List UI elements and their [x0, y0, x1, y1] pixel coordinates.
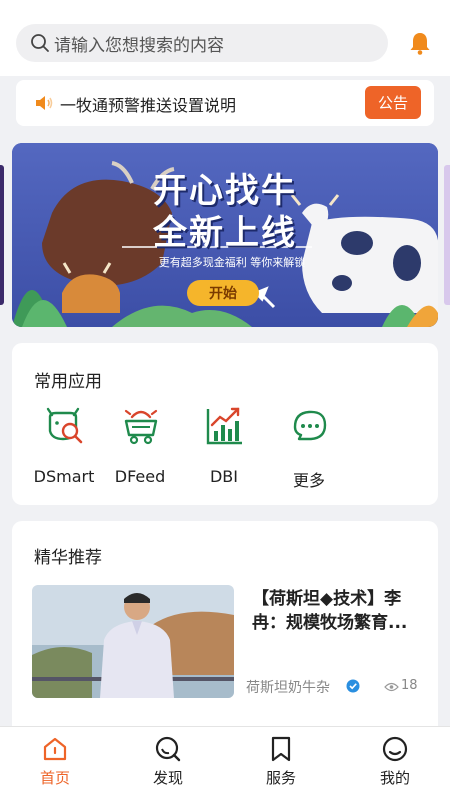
feed-cart-icon — [124, 409, 158, 445]
announcement-button[interactable]: 公告 — [365, 86, 421, 119]
article-title[interactable]: 【荷斯坦◆技术】李冉：规模牧场繁育... — [252, 587, 424, 637]
search-placeholder: 请输入您想搜索的内容 — [54, 35, 224, 56]
cow-search-icon — [46, 407, 83, 444]
app-dbi[interactable]: DBI — [184, 405, 264, 490]
tab-label: 首页 — [39, 769, 70, 787]
search-icon — [31, 34, 49, 52]
app-label: 更多 — [292, 471, 325, 490]
tab-services[interactable]: 服务 — [251, 727, 311, 800]
view-count: 18 — [401, 678, 418, 693]
eye-icon — [384, 682, 399, 692]
tab-label: 服务 — [265, 769, 296, 787]
apps-title: 常用应用 — [34, 372, 102, 392]
top-bar: 请输入您想搜索的内容 — [0, 0, 450, 76]
notice-text: 一牧通预警推送设置说明 — [60, 96, 237, 115]
banner-start-button[interactable]: 开始 — [187, 280, 259, 306]
notice-bar[interactable]: 一牧通预警推送设置说明 公告 — [16, 80, 434, 126]
speaker-icon — [36, 96, 53, 110]
banner-peek-left — [0, 165, 4, 305]
bookmark-icon — [271, 736, 291, 762]
common-apps-card: 常用应用 DSmart DFeed DBI 更多 — [12, 343, 438, 505]
search-input[interactable]: 请输入您想搜索的内容 — [16, 24, 388, 62]
app-label: DFeed — [114, 467, 166, 486]
banner-carousel[interactable]: 开心找牛 全新上线 更有超多现金福利 等你来解锁 开始 — [0, 143, 450, 327]
verified-icon — [346, 679, 360, 693]
featured-card: 精华推荐 【荷斯坦◆技术】李冉：规模牧场繁育... 荷斯坦奶牛杂 18 — [12, 521, 438, 736]
banner-subtitle: 更有超多现金福利 等你来解锁 — [158, 256, 306, 269]
app-dsmart[interactable]: DSmart — [24, 405, 104, 490]
article-photo — [32, 585, 234, 698]
tab-profile[interactable]: 我的 — [365, 727, 425, 800]
bar-chart-icon — [206, 407, 242, 445]
article-source: 荷斯坦奶牛杂 — [246, 680, 330, 696]
tab-home[interactable]: 首页 — [25, 727, 85, 800]
bottom-tab-bar: 首页 发现 服务 我的 — [0, 726, 450, 800]
discover-icon — [155, 736, 181, 762]
more-chat-icon — [293, 410, 327, 441]
app-dfeed[interactable]: DFeed — [100, 405, 180, 490]
app-label: DBI — [209, 467, 238, 486]
profile-icon — [382, 736, 408, 762]
article-thumbnail[interactable] — [32, 585, 234, 698]
tab-label: 我的 — [379, 769, 410, 787]
banner-title-line2: 全新上线 — [153, 213, 297, 253]
app-label: DSmart — [33, 467, 95, 486]
home-icon — [43, 737, 67, 761]
tab-label: 发现 — [152, 769, 183, 787]
banner-peek-right — [444, 165, 450, 305]
app-more[interactable]: 更多 — [269, 405, 349, 490]
bell-icon[interactable] — [409, 31, 431, 55]
featured-title: 精华推荐 — [34, 548, 102, 568]
tab-discover[interactable]: 发现 — [138, 727, 198, 800]
banner[interactable]: 开心找牛 全新上线 更有超多现金福利 等你来解锁 开始 — [12, 143, 438, 327]
